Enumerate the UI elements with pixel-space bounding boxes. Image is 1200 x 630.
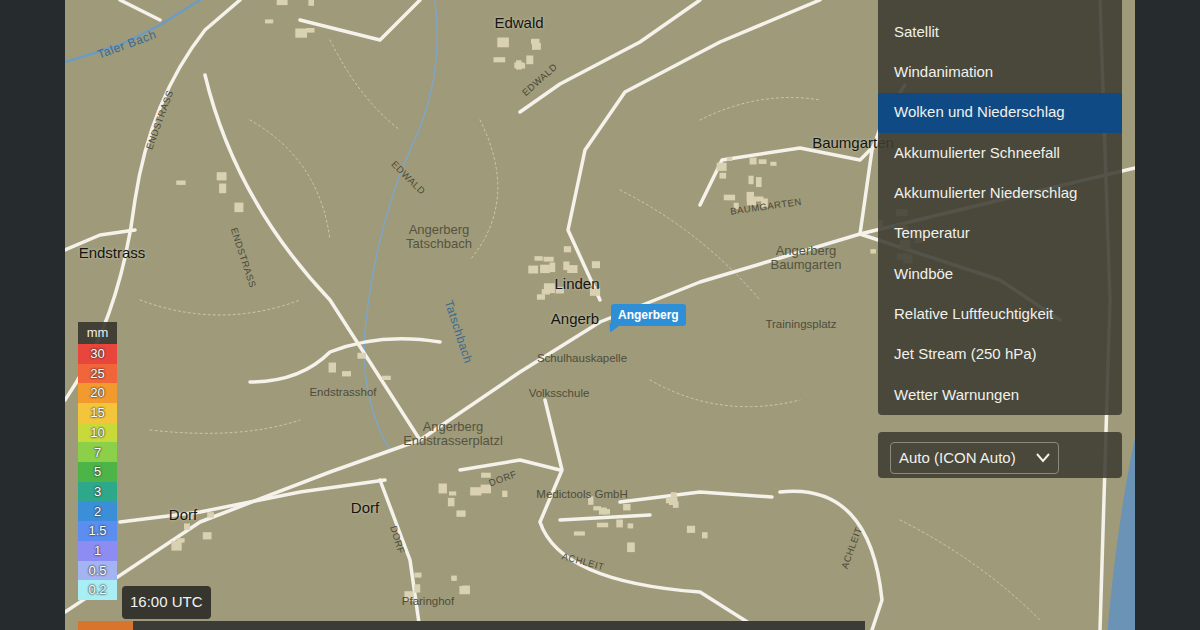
map-label: EDWALD — [520, 62, 559, 99]
map-label: Dorf — [169, 507, 197, 524]
layer-item[interactable]: Wolken und Niederschlag — [878, 93, 1122, 133]
legend-step: 20 — [78, 383, 117, 403]
map-label: DORF — [388, 525, 407, 556]
legend-unit: mm — [78, 322, 117, 344]
map-label: BAUMGARTEN — [730, 197, 803, 217]
map-label: Endstrass — [79, 245, 146, 262]
legend-step: 25 — [78, 364, 117, 384]
chevron-down-icon — [1036, 453, 1050, 463]
model-panel: Auto (ICON Auto) — [878, 432, 1122, 478]
map-label: Dorf — [351, 500, 379, 517]
layer-label: Wolken und Niederschlag — [894, 101, 1065, 124]
layer-label: Akkumulierter Schneefall — [894, 142, 1060, 165]
map-label: Angerb — [551, 311, 599, 328]
pin-pointer-icon — [606, 322, 619, 334]
legend-step: 10 — [78, 423, 117, 443]
legend-step: 2 — [78, 502, 117, 522]
layer-label: Satellit — [894, 21, 939, 44]
map-label: ACHLEIT — [561, 551, 606, 572]
layer-label: Relative Luftfeuchtigkeit — [894, 303, 1053, 326]
map-label: ENDSTRASS — [144, 89, 175, 151]
map-label: Tatschbach — [442, 299, 475, 366]
map-label: ENDSTRASS — [228, 227, 257, 290]
legend-step: 1 — [78, 541, 117, 561]
model-select[interactable]: Auto (ICON Auto) — [890, 442, 1059, 474]
timeline-fill — [78, 621, 133, 630]
legend-step: 5 — [78, 462, 117, 482]
layer-item[interactable]: Windböe — [878, 254, 1122, 294]
map-label: Angerberg Baumgarten — [746, 244, 866, 273]
map-label: Linden — [554, 276, 599, 293]
map-label: Trainingsplatz — [746, 318, 856, 331]
map-label: Endstrasshof — [288, 386, 398, 399]
location-pin[interactable]: Angerberg — [611, 304, 686, 326]
precipitation-legend: mm302520151075321.510.50.2 — [78, 322, 117, 600]
layer-item[interactable]: Akkumulierter Niederschlag — [878, 173, 1122, 213]
pin-label: Angerberg — [618, 308, 679, 322]
map-label: Angerberg Tatschbach — [379, 223, 499, 252]
legend-step: 7 — [78, 442, 117, 462]
legend-step: 3 — [78, 482, 117, 502]
layer-label: Akkumulierter Niederschlag — [894, 182, 1077, 205]
layer-item[interactable]: Temperatur — [878, 213, 1122, 253]
map-label: Angerberg Endstrasserplatzl — [393, 420, 513, 449]
map-label: DORF — [488, 469, 519, 489]
layer-label: Wetter Warnungen — [894, 384, 1019, 407]
map-label: Medictools GmbH — [527, 488, 637, 501]
layer-label: Windanimation — [894, 61, 993, 84]
map-label: Volksschule — [504, 387, 614, 400]
legend-step: 15 — [78, 403, 117, 423]
map-label: Pfaringhof — [373, 595, 483, 608]
layer-label: Temperatur — [894, 222, 970, 245]
layer-item[interactable]: Relative Luftfeuchtigkeit — [878, 294, 1122, 334]
layer-label: Jet Stream (250 hPa) — [894, 343, 1037, 366]
map-label: Edwald — [494, 15, 543, 32]
legend-step: 30 — [78, 344, 117, 364]
layer-item[interactable]: Satellit — [878, 12, 1122, 52]
legend-step: 0.2 — [78, 580, 117, 600]
map[interactable]: EdwaldEDWALDEDWALDTaler BachENDSTRASSEND… — [65, 0, 1135, 630]
layer-item[interactable]: Jet Stream (250 hPa) — [878, 334, 1122, 374]
legend-step: 1.5 — [78, 521, 117, 541]
map-label: Taler Bach — [96, 28, 158, 61]
map-label: ACHLEIT — [840, 526, 865, 571]
layer-item[interactable]: Windanimation — [878, 52, 1122, 92]
layer-menu: Satellit Windanimation Wolken und Niedersc… — [878, 0, 1122, 415]
time-label: 16:00 UTC — [122, 586, 211, 619]
legend-step: 0.5 — [78, 561, 117, 581]
layer-item[interactable]: Wetter Warnungen — [878, 375, 1122, 415]
layer-item[interactable]: Akkumulierter Schneefall — [878, 133, 1122, 173]
layer-label: Windböe — [894, 263, 953, 286]
model-label: Auto (ICON Auto) — [899, 447, 1016, 470]
timeline-track[interactable] — [78, 621, 865, 630]
map-label: Schulhauskapelle — [527, 352, 637, 365]
